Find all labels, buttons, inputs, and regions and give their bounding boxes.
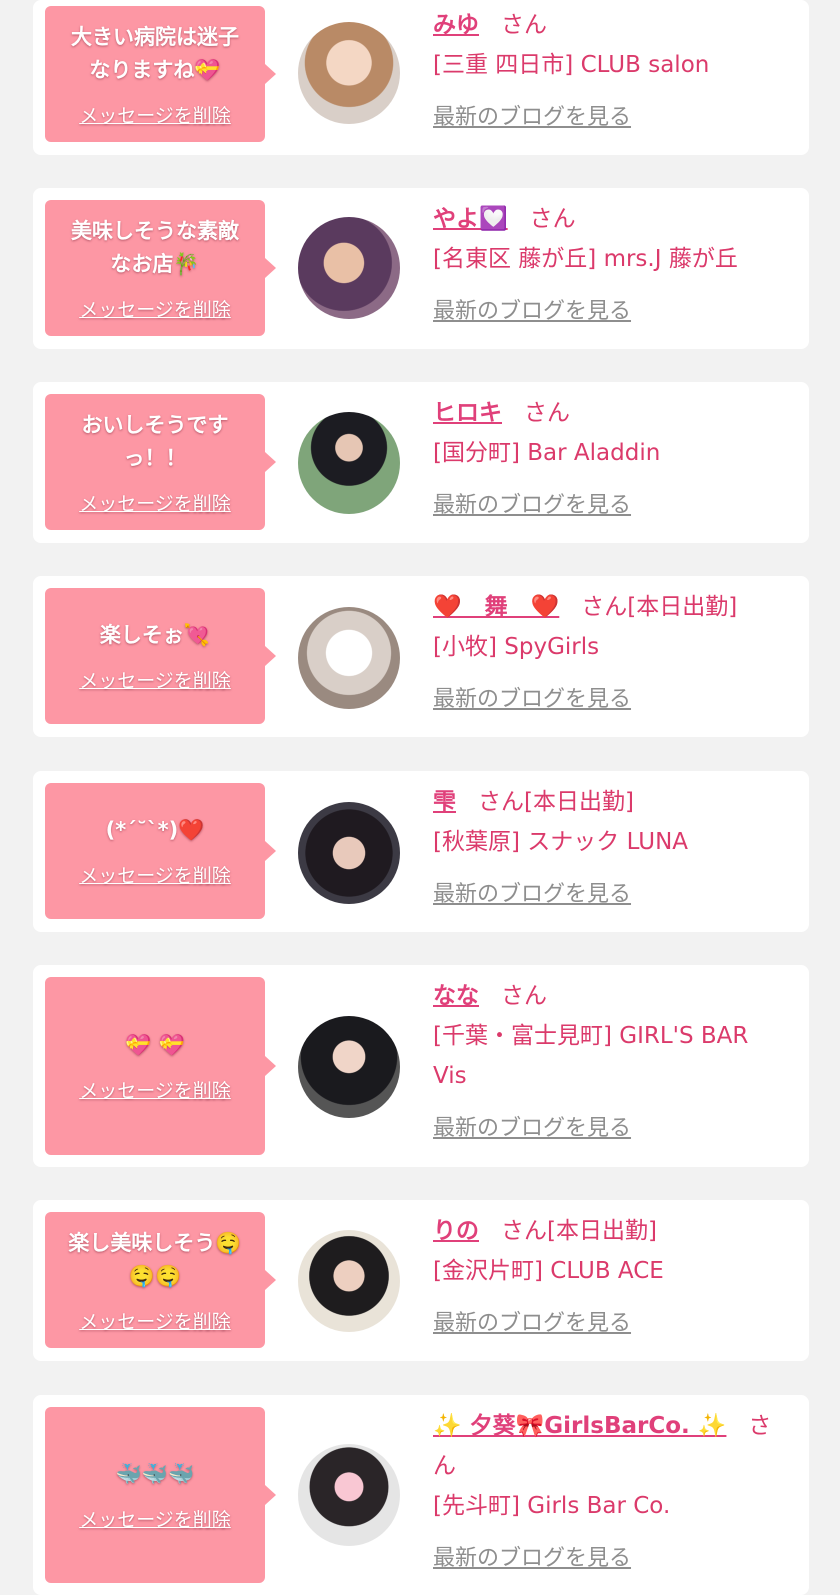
name-suffix: さん[本日出勤] — [478, 789, 634, 815]
message-bubble: 楽しそぉ💘 メッセージを削除 — [45, 588, 276, 724]
delete-message-link[interactable]: メッセージを削除 — [79, 666, 231, 693]
girl-info: ヒロキ さん [国分町] Bar Aladdin 最新のブログを見る — [433, 393, 788, 519]
girl-info: ❤️ 舞 ❤️ さん[本日出勤] [小牧] SpyGirls 最新のブログを見る — [433, 587, 788, 713]
message-card: 🐳🐳🐳 メッセージを削除 ✨ 夕葵🎀GirlsBarCo. ✨ さん [先斗町] … — [33, 1395, 809, 1595]
shop-text: [名東区 藤が丘] mrs.J 藤が丘 — [433, 246, 738, 272]
avatar[interactable] — [298, 217, 400, 319]
name-suffix: さん — [529, 206, 576, 232]
latest-blog-link[interactable]: 最新のブログを見る — [433, 876, 631, 908]
avatar[interactable] — [298, 802, 400, 904]
name-suffix: さん — [524, 400, 570, 426]
message-bubble: 美味しそうな素敵 なお店🎋 メッセージを削除 — [45, 200, 276, 336]
message-text: 楽しそぉ💘 — [99, 623, 211, 647]
girl-info: なな さん [千葉・富士見町] GIRL'S BAR Vis 最新のブログを見る — [433, 976, 788, 1142]
shop-text: [三重 四日市] CLUB salon — [433, 52, 710, 78]
shop-text: [千葉・富士見町] GIRL'S BAR Vis — [433, 1023, 749, 1089]
latest-blog-link[interactable]: 最新のブログを見る — [433, 1110, 631, 1142]
message-card: 大きい病院は迷子 なりますね💝 メッセージを削除 みゆ さん [三重 四日市] C… — [33, 0, 809, 155]
message-card: 楽し美味しそう🤤 🤤🤤 メッセージを削除 りの さん[本日出勤] [金沢片町] C… — [33, 1200, 809, 1361]
message-text: 🐳🐳🐳 — [115, 1462, 195, 1486]
message-card: おいしそうです っ！！ メッセージを削除 ヒロキ さん [国分町] Bar Ala… — [33, 382, 809, 543]
latest-blog-link[interactable]: 最新のブログを見る — [433, 681, 631, 713]
message-bubble: 楽し美味しそう🤤 🤤🤤 メッセージを削除 — [45, 1212, 276, 1348]
avatar[interactable] — [298, 607, 400, 709]
message-card: 💝 💝 メッセージを削除 なな さん [千葉・富士見町] GIRL'S BAR V… — [33, 965, 809, 1167]
girl-info: みゆ さん [三重 四日市] CLUB salon 最新のブログを見る — [433, 5, 788, 131]
message-text: おいしそうです っ！！ — [81, 412, 229, 470]
avatar[interactable] — [298, 1444, 400, 1546]
girl-name-link[interactable]: みゆ — [433, 12, 479, 38]
girl-name-link[interactable]: りの — [433, 1218, 479, 1244]
message-card: 美味しそうな素敵 なお店🎋 メッセージを削除 やよ💟 さん [名東区 藤が丘] m… — [33, 188, 809, 349]
message-card: 楽しそぉ💘 メッセージを削除 ❤️ 舞 ❤️ さん[本日出勤] [小牧] SpyG… — [33, 576, 809, 737]
shop-text: [先斗町] Girls Bar Co. — [433, 1493, 671, 1519]
message-bubble: おいしそうです っ！！ メッセージを削除 — [45, 394, 276, 530]
avatar[interactable] — [298, 412, 400, 514]
girl-info: やよ💟 さん [名東区 藤が丘] mrs.J 藤が丘 最新のブログを見る — [433, 199, 788, 325]
delete-message-link[interactable]: メッセージを削除 — [79, 489, 231, 516]
latest-blog-link[interactable]: 最新のブログを見る — [433, 293, 631, 325]
avatar[interactable] — [298, 1230, 400, 1332]
message-bubble: 大きい病院は迷子 なりますね💝 メッセージを削除 — [45, 6, 276, 142]
avatar[interactable] — [298, 22, 400, 124]
latest-blog-link[interactable]: 最新のブログを見る — [433, 487, 631, 519]
message-bubble: 🐳🐳🐳 メッセージを削除 — [45, 1407, 276, 1583]
girl-info: 雫さん[本日出勤] [秋葉原] スナック LUNA 最新のブログを見る — [433, 782, 788, 908]
message-bubble: 💝 💝 メッセージを削除 — [45, 977, 276, 1155]
delete-message-link[interactable]: メッセージを削除 — [79, 1307, 231, 1334]
girl-name-link[interactable]: ✨ 夕葵🎀GirlsBarCo. ✨ — [433, 1413, 726, 1439]
name-suffix: さん[本日出勤] — [501, 1218, 657, 1244]
avatar[interactable] — [298, 1016, 400, 1118]
delete-message-link[interactable]: メッセージを削除 — [79, 1076, 231, 1103]
message-card: (*´˘`*)❤️ メッセージを削除 雫さん[本日出勤] [秋葉原] スナック … — [33, 771, 809, 932]
girl-name-link[interactable]: ヒロキ — [433, 400, 502, 426]
shop-text: [小牧] SpyGirls — [433, 634, 600, 660]
latest-blog-link[interactable]: 最新のブログを見る — [433, 1305, 631, 1337]
delete-message-link[interactable]: メッセージを削除 — [79, 861, 231, 888]
name-suffix: さん — [501, 12, 547, 38]
delete-message-link[interactable]: メッセージを削除 — [79, 1505, 231, 1532]
message-text: (*´˘`*)❤️ — [105, 818, 205, 842]
latest-blog-link[interactable]: 最新のブログを見る — [433, 99, 631, 131]
girl-info: ✨ 夕葵🎀GirlsBarCo. ✨ さん [先斗町] Girls Bar Co.… — [433, 1406, 788, 1572]
name-suffix: さん[本日出勤] — [581, 594, 738, 620]
girl-info: りの さん[本日出勤] [金沢片町] CLUB ACE 最新のブログを見る — [433, 1211, 788, 1337]
delete-message-link[interactable]: メッセージを削除 — [79, 295, 231, 322]
message-text: 美味しそうな素敵 なお店🎋 — [71, 218, 239, 276]
shop-text: [金沢片町] CLUB ACE — [433, 1258, 664, 1284]
girl-name-link[interactable]: なな — [433, 983, 479, 1009]
shop-text: [秋葉原] スナック LUNA — [433, 829, 689, 855]
message-text: 楽し美味しそう🤤 🤤🤤 — [68, 1230, 242, 1288]
girl-name-link[interactable]: ❤️ 舞 ❤️ — [433, 594, 559, 620]
girl-name-link[interactable]: 雫 — [433, 789, 456, 815]
message-text: 大きい病院は迷子 なりますね💝 — [71, 24, 239, 82]
name-suffix: さん — [501, 983, 547, 1009]
delete-message-link[interactable]: メッセージを削除 — [79, 101, 231, 128]
message-text: 💝 💝 — [125, 1033, 185, 1057]
shop-text: [国分町] Bar Aladdin — [433, 440, 661, 466]
girl-name-link[interactable]: やよ💟 — [433, 206, 508, 232]
message-bubble: (*´˘`*)❤️ メッセージを削除 — [45, 783, 276, 919]
latest-blog-link[interactable]: 最新のブログを見る — [433, 1540, 631, 1572]
